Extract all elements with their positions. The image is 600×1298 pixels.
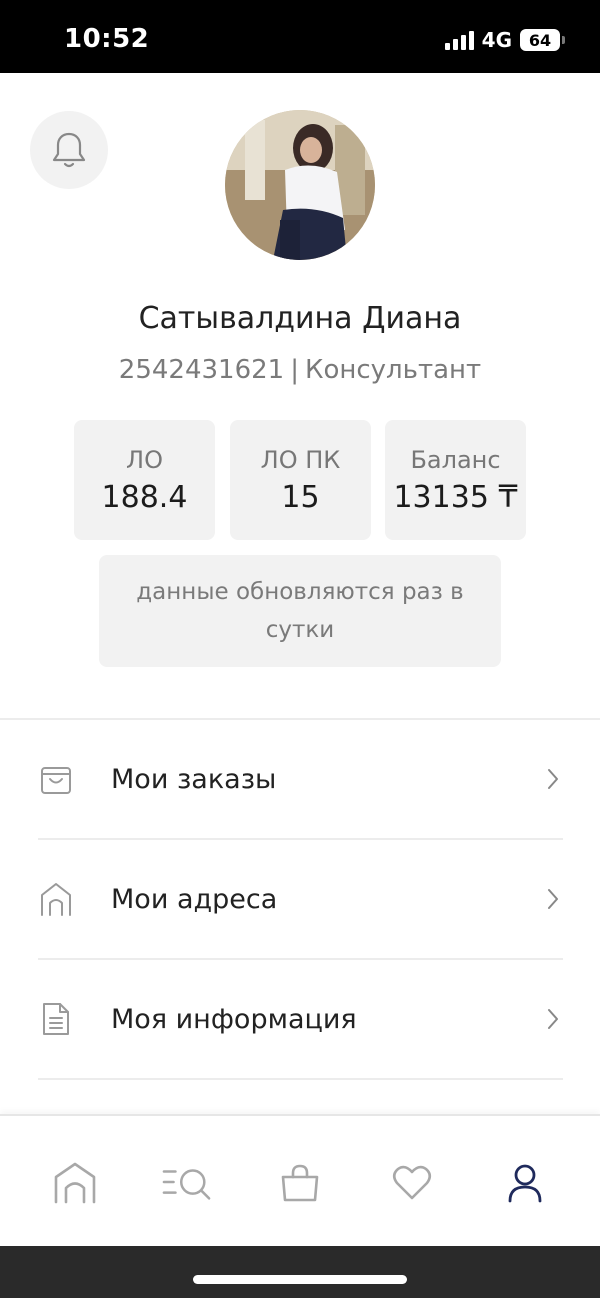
tab-cart[interactable] <box>275 1158 325 1208</box>
menu-label: Моя информация <box>111 1003 357 1035</box>
stat-label: ЛО ПК <box>260 446 341 474</box>
status-time: 10:52 <box>64 24 150 54</box>
profile-name: Сатывалдина Диана <box>138 301 462 336</box>
tab-catalog[interactable] <box>162 1158 212 1208</box>
menu-item-information[interactable]: Моя информация <box>38 960 563 1080</box>
battery-icon: 64 <box>520 29 565 51</box>
system-bar <box>0 1246 600 1298</box>
tab-profile[interactable] <box>500 1158 550 1208</box>
chevron-right-icon <box>543 767 563 791</box>
menu-item-addresses[interactable]: Мои адреса <box>38 840 563 960</box>
document-icon <box>38 1001 74 1037</box>
stat-lo-pk: ЛО ПК 15 <box>230 420 371 540</box>
chevron-right-icon <box>543 1007 563 1031</box>
profile-id: 2542431621 <box>118 355 285 385</box>
tab-favorites[interactable] <box>387 1158 437 1208</box>
profile-icon <box>508 1164 542 1203</box>
network-type: 4G <box>481 28 512 52</box>
bell-icon <box>52 132 86 168</box>
home-icon <box>54 1162 96 1204</box>
stat-value: 188.4 <box>101 480 188 515</box>
menu-label: Мои адреса <box>111 883 278 915</box>
cart-bag-icon <box>281 1164 319 1202</box>
battery-level: 64 <box>528 30 552 50</box>
home-indicator[interactable] <box>193 1275 407 1284</box>
bag-icon <box>38 761 74 797</box>
notifications-button[interactable] <box>30 111 108 189</box>
bottom-tab-bar <box>0 1114 600 1246</box>
catalog-search-icon <box>162 1169 211 1200</box>
heart-icon <box>392 1165 432 1200</box>
menu-label: Мои заказы <box>111 763 277 795</box>
menu-item-orders[interactable]: Мои заказы <box>38 720 563 840</box>
update-notice: данные обновляются раз в сутки <box>99 555 501 667</box>
chevron-right-icon <box>543 887 563 911</box>
home-icon <box>38 881 74 917</box>
profile-role: Консультант <box>304 355 482 385</box>
profile-separator: | <box>290 355 299 385</box>
stat-label: Баланс <box>410 446 501 474</box>
stat-label: ЛО <box>126 446 163 474</box>
stat-lo: ЛО 188.4 <box>74 420 215 540</box>
status-bar: 10:52 4G 64 <box>0 0 600 73</box>
profile-details: 2542431621 | Консультант <box>0 355 600 385</box>
stat-value: 15 <box>281 480 320 515</box>
tab-home[interactable] <box>50 1158 100 1208</box>
stat-value: 13135 ₸ <box>393 480 518 515</box>
avatar[interactable] <box>225 110 375 260</box>
signal-icon <box>444 30 474 50</box>
status-indicators: 4G 64 <box>444 27 565 53</box>
stat-balance: Баланс 13135 ₸ <box>385 420 526 540</box>
